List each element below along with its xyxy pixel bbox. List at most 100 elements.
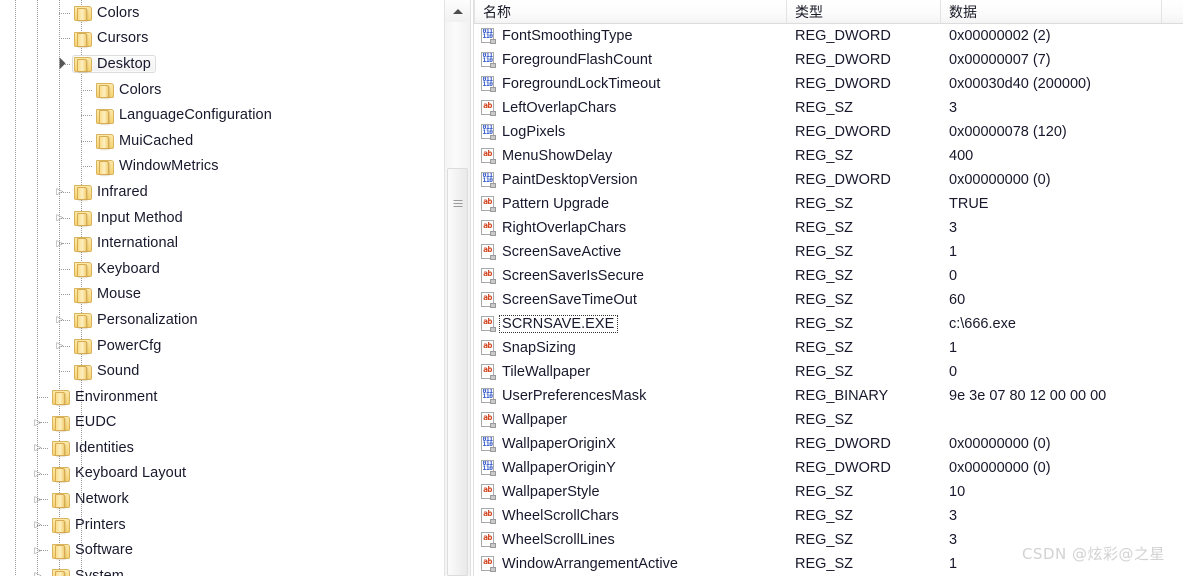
tree-item-content[interactable]: PowerCfg [72,337,166,355]
tree-item-colors[interactable]: Colors [0,77,470,103]
tree-item-eudc[interactable]: ▷ EUDC [0,410,470,436]
tree-item-content[interactable]: EUDC [50,413,122,431]
value-name-cell[interactable]: ab SnapSizing [474,340,787,357]
value-row[interactable]: 011 110 ForegroundFlashCount REG_DWORD 0x000… [474,48,1183,72]
tree-item-input-method[interactable]: ▷ Input Method [0,205,470,231]
expand-triangle-icon[interactable]: ▷ [30,410,46,436]
value-row[interactable]: ab Pattern Upgrade REG_SZ TRUE [474,192,1183,216]
tree-item-windowmetrics[interactable]: WindowMetrics [0,154,470,180]
value-name-cell[interactable]: 011 110 WallpaperOriginY [474,460,787,477]
tree-item-content[interactable]: Printers [50,516,131,534]
value-name-cell[interactable]: ab ScreenSaverIsSecure [474,268,787,285]
tree-item-sound[interactable]: Sound [0,358,470,384]
scroll-up-arrow-icon[interactable] [445,0,470,22]
value-row[interactable]: ab SCRNSAVE.EXE REG_SZ c:\666.exe [474,312,1183,336]
value-row[interactable]: 011 110 UserPreferencesMask REG_BINARY 9e 3e… [474,384,1183,408]
column-header-type[interactable]: 类型 [787,0,941,23]
value-name-cell[interactable]: 011 110 PaintDesktopVersion [474,172,787,189]
value-row[interactable]: ab RightOverlapChars REG_SZ 3 [474,216,1183,240]
value-name-cell[interactable]: ab ScreenSaveActive [474,244,787,261]
value-name-cell[interactable]: ab Wallpaper [474,412,787,429]
value-name-cell[interactable]: ab SCRNSAVE.EXE [474,314,787,334]
value-row[interactable]: 011 110 FontSmoothingType REG_DWORD 0x000000… [474,24,1183,48]
collapse-triangle-icon[interactable]: ◢ [45,49,74,78]
tree-item-personalization[interactable]: ▷ Personalization [0,307,470,333]
tree-item-cursors[interactable]: Cursors [0,26,470,52]
value-row[interactable]: ab Wallpaper REG_SZ [474,408,1183,432]
column-header-data[interactable]: 数据 [941,0,1162,23]
registry-values-list[interactable]: 名称 类型 数据 011 110 FontSmoothingType REG_DWORD 0… [474,0,1183,576]
value-row[interactable]: 011 110 WallpaperOriginY REG_DWORD 0x0000000… [474,456,1183,480]
tree-item-list[interactable]: Colors Cursors ◢ Desktop Colors LanguageConfi… [0,0,470,576]
value-name-cell[interactable]: ab WheelScrollChars [474,508,787,525]
expand-triangle-icon[interactable]: ▷ [52,230,68,256]
tree-item-keyboard-layout[interactable]: ▷ Keyboard Layout [0,461,470,487]
value-row[interactable]: ab TileWallpaper REG_SZ 0 [474,360,1183,384]
registry-key-tree[interactable]: Colors Cursors ◢ Desktop Colors LanguageConfi… [0,0,470,576]
column-header-name[interactable]: 名称 [474,0,787,23]
tree-item-content[interactable]: System [50,567,129,576]
value-name-cell[interactable]: ab LeftOverlapChars [474,100,787,117]
expand-triangle-icon[interactable]: ▷ [52,333,68,359]
value-row[interactable]: ab LeftOverlapChars REG_SZ 3 [474,96,1183,120]
value-name-cell[interactable]: ab WindowArrangementActive [474,556,787,573]
tree-item-content[interactable]: LanguageConfiguration [94,106,277,124]
tree-item-software[interactable]: ▷ Software [0,537,470,563]
tree-item-content[interactable]: Mouse [72,285,146,303]
tree-item-infrared[interactable]: ▷ Infrared [0,179,470,205]
value-name-cell[interactable]: 011 110 UserPreferencesMask [474,388,787,405]
value-name-cell[interactable]: ab WallpaperStyle [474,484,787,501]
list-column-header[interactable]: 名称 类型 数据 [474,0,1183,24]
tree-item-content[interactable]: Colors [94,81,167,99]
tree-item-muicached[interactable]: MuiCached [0,128,470,154]
tree-item-keyboard[interactable]: Keyboard [0,256,470,282]
tree-item-international[interactable]: ▷ International [0,230,470,256]
tree-item-content[interactable]: Environment [50,388,163,406]
tree-item-printers[interactable]: ▷ Printers [0,512,470,538]
expand-triangle-icon[interactable]: ▷ [52,307,68,333]
value-row[interactable]: ab WallpaperStyle REG_SZ 10 [474,480,1183,504]
tree-item-selected[interactable]: Desktop [72,54,156,73]
tree-item-colors[interactable]: Colors [0,0,470,26]
value-name-cell[interactable]: ab MenuShowDelay [474,148,787,165]
tree-item-content[interactable]: Personalization [72,311,203,329]
value-name-cell[interactable]: ab Pattern Upgrade [474,196,787,213]
tree-item-content[interactable]: Identities [50,439,139,457]
tree-item-powercfg[interactable]: ▷ PowerCfg [0,333,470,359]
tree-item-mouse[interactable]: Mouse [0,282,470,308]
tree-item-content[interactable]: International [72,234,183,252]
tree-item-content[interactable]: MuiCached [94,132,198,150]
list-rows-container[interactable]: 011 110 FontSmoothingType REG_DWORD 0x000000… [474,24,1183,576]
tree-item-network[interactable]: ▷ Network [0,486,470,512]
value-name-cell[interactable]: ab WheelScrollLines [474,532,787,549]
expand-triangle-icon[interactable]: ▷ [52,179,68,205]
expand-triangle-icon[interactable]: ▷ [30,537,46,563]
value-name-cell[interactable]: 011 110 FontSmoothingType [474,28,787,45]
value-row[interactable]: 011 110 PaintDesktopVersion REG_DWORD 0x0000… [474,168,1183,192]
value-name-cell[interactable]: ab RightOverlapChars [474,220,787,237]
value-row[interactable]: ab WheelScrollChars REG_SZ 3 [474,504,1183,528]
tree-item-content[interactable]: Input Method [72,209,188,227]
expand-triangle-icon[interactable]: ▷ [30,563,46,576]
tree-item-environment[interactable]: Environment [0,384,470,410]
tree-item-system[interactable]: ▷ System [0,563,470,576]
value-name-cell[interactable]: 011 110 ForegroundFlashCount [474,52,787,69]
tree-item-content[interactable]: Network [50,490,134,508]
value-name-cell[interactable]: ab ScreenSaveTimeOut [474,292,787,309]
tree-item-content[interactable]: Software [50,541,138,559]
tree-item-content[interactable]: WindowMetrics [94,157,224,175]
tree-item-content[interactable]: Cursors [72,29,153,47]
expand-triangle-icon[interactable]: ▷ [52,205,68,231]
expand-triangle-icon[interactable]: ▷ [30,486,46,512]
value-name-cell[interactable]: ab TileWallpaper [474,364,787,381]
tree-item-content[interactable]: Infrared [72,183,153,201]
value-row[interactable]: ab ScreenSaveTimeOut REG_SZ 60 [474,288,1183,312]
expand-triangle-icon[interactable]: ▷ [30,461,46,487]
tree-item-desktop[interactable]: ◢ Desktop [0,51,470,77]
scrollbar-thumb[interactable] [447,168,468,576]
expand-triangle-icon[interactable]: ▷ [30,512,46,538]
tree-item-content[interactable]: Sound [72,362,144,380]
value-row[interactable]: ab SnapSizing REG_SZ 1 [474,336,1183,360]
value-name-cell[interactable]: 011 110 ForegroundLockTimeout [474,76,787,93]
tree-item-identities[interactable]: ▷ Identities [0,435,470,461]
